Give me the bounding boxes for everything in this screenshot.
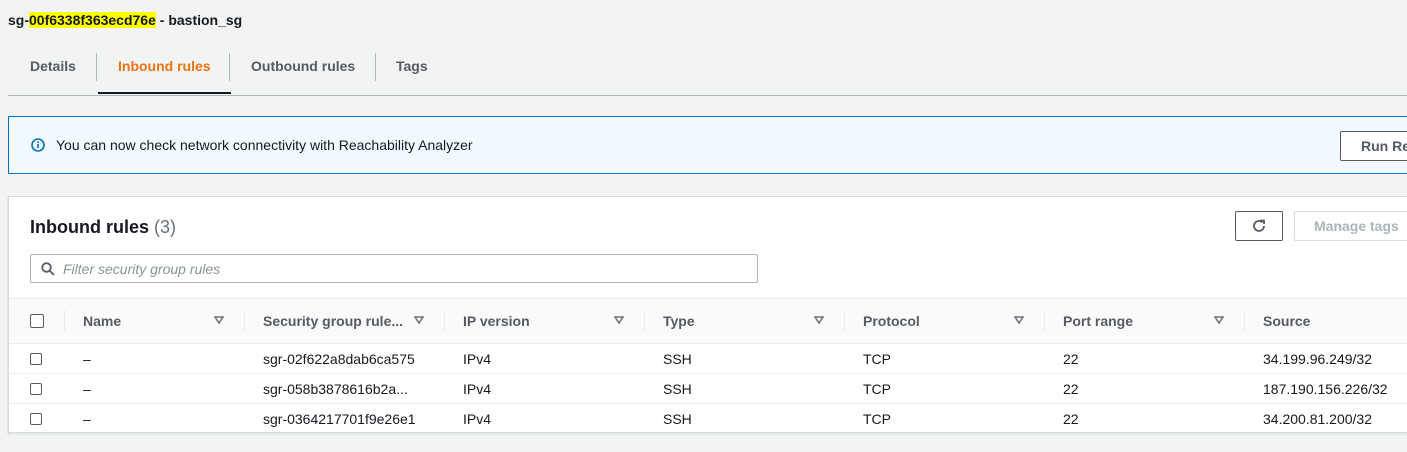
info-banner: You can now check network connectivity w… — [8, 116, 1407, 174]
cell-type: SSH — [644, 373, 844, 404]
inbound-rules-panel: Inbound rules (3) Manage tags Name Secur… — [8, 196, 1407, 434]
sg-id-highlight: 00f6338f363ecd76e — [29, 12, 156, 28]
cell-source: 34.200.81.200/32 — [1244, 403, 1407, 434]
tab-inbound-rules[interactable]: Inbound rules — [98, 44, 231, 94]
panel-title-text: Inbound rules — [30, 217, 149, 237]
column-header-port-range[interactable]: Port range — [1044, 298, 1244, 344]
cell-ip-version: IPv4 — [444, 343, 644, 374]
cell-port-range: 22 — [1044, 403, 1244, 434]
select-all-checkbox[interactable] — [30, 314, 44, 328]
row-checkbox[interactable] — [30, 352, 42, 365]
tab-tags[interactable]: Tags — [396, 44, 428, 94]
filter-input[interactable] — [63, 255, 743, 282]
tab-separator — [375, 53, 376, 81]
column-header-type[interactable]: Type — [644, 298, 844, 344]
banner-message: You can now check network connectivity w… — [56, 137, 473, 153]
cell-source: 187.190.156.226/32 — [1244, 373, 1407, 404]
table-row[interactable]: – sgr-02f622a8dab6ca575 IPv4 SSH TCP 22 … — [9, 343, 1407, 374]
sort-icon[interactable] — [814, 315, 824, 325]
tab-bar: Details Inbound rules Outbound rules Tag… — [8, 44, 1407, 96]
column-header-protocol[interactable]: Protocol — [844, 298, 1044, 344]
manage-tags-button[interactable]: Manage tags — [1294, 211, 1407, 241]
cell-rule-id: sgr-02f622a8dab6ca575 — [244, 343, 444, 374]
cell-port-range: 22 — [1044, 343, 1244, 374]
rules-table: Name Security group rule... IP version T… — [9, 298, 1407, 434]
header-select-all — [9, 298, 64, 344]
cell-type: SSH — [644, 403, 844, 434]
row-checkbox[interactable] — [30, 382, 42, 395]
sort-icon[interactable] — [414, 315, 424, 325]
cell-ip-version: IPv4 — [444, 403, 644, 434]
cell-rule-id: sgr-0364217701f9e26e1 — [244, 403, 444, 434]
sg-prefix: sg- — [8, 12, 29, 28]
column-header-rule-id[interactable]: Security group rule... — [244, 298, 444, 344]
row-checkbox[interactable] — [30, 412, 42, 425]
tab-details[interactable]: Details — [30, 44, 76, 94]
table-row[interactable]: – sgr-0364217701f9e26e1 IPv4 SSH TCP 22 … — [9, 403, 1407, 434]
cell-name: – — [64, 343, 244, 374]
refresh-button[interactable] — [1235, 211, 1283, 241]
panel-title: Inbound rules (3) — [30, 217, 176, 238]
rule-count: (3) — [154, 217, 177, 237]
tab-separator — [96, 53, 97, 81]
search-icon — [41, 262, 55, 276]
cell-protocol: TCP — [844, 403, 1044, 434]
sort-icon[interactable] — [1214, 315, 1224, 325]
column-header-ip-version[interactable]: IP version — [444, 298, 644, 344]
cell-protocol: TCP — [844, 373, 1044, 404]
cell-name: – — [64, 403, 244, 434]
info-icon — [31, 138, 45, 152]
sort-icon[interactable] — [614, 315, 624, 325]
run-reachability-analyzer-button[interactable]: Run Re — [1340, 131, 1407, 161]
tab-separator — [229, 53, 230, 81]
cell-protocol: TCP — [844, 343, 1044, 374]
cell-ip-version: IPv4 — [444, 373, 644, 404]
tab-outbound-rules[interactable]: Outbound rules — [251, 44, 355, 94]
cell-type: SSH — [644, 343, 844, 374]
table-header-row: Name Security group rule... IP version T… — [9, 298, 1407, 344]
column-header-source[interactable]: Source — [1244, 298, 1407, 344]
refresh-icon — [1253, 219, 1265, 232]
cell-name: – — [64, 373, 244, 404]
sort-icon[interactable] — [214, 315, 224, 325]
filter-search — [30, 254, 758, 283]
cell-rule-id: sgr-058b3878616b2a... — [244, 373, 444, 404]
sg-name: - bastion_sg — [155, 12, 243, 28]
table-row[interactable]: – sgr-058b3878616b2a... IPv4 SSH TCP 22 … — [9, 373, 1407, 404]
cell-port-range: 22 — [1044, 373, 1244, 404]
cell-source: 34.199.96.249/32 — [1244, 343, 1407, 374]
column-header-name[interactable]: Name — [64, 298, 244, 344]
sort-icon[interactable] — [1014, 315, 1024, 325]
page-title: sg-00f6338f363ecd76e - bastion_sg — [8, 12, 242, 28]
